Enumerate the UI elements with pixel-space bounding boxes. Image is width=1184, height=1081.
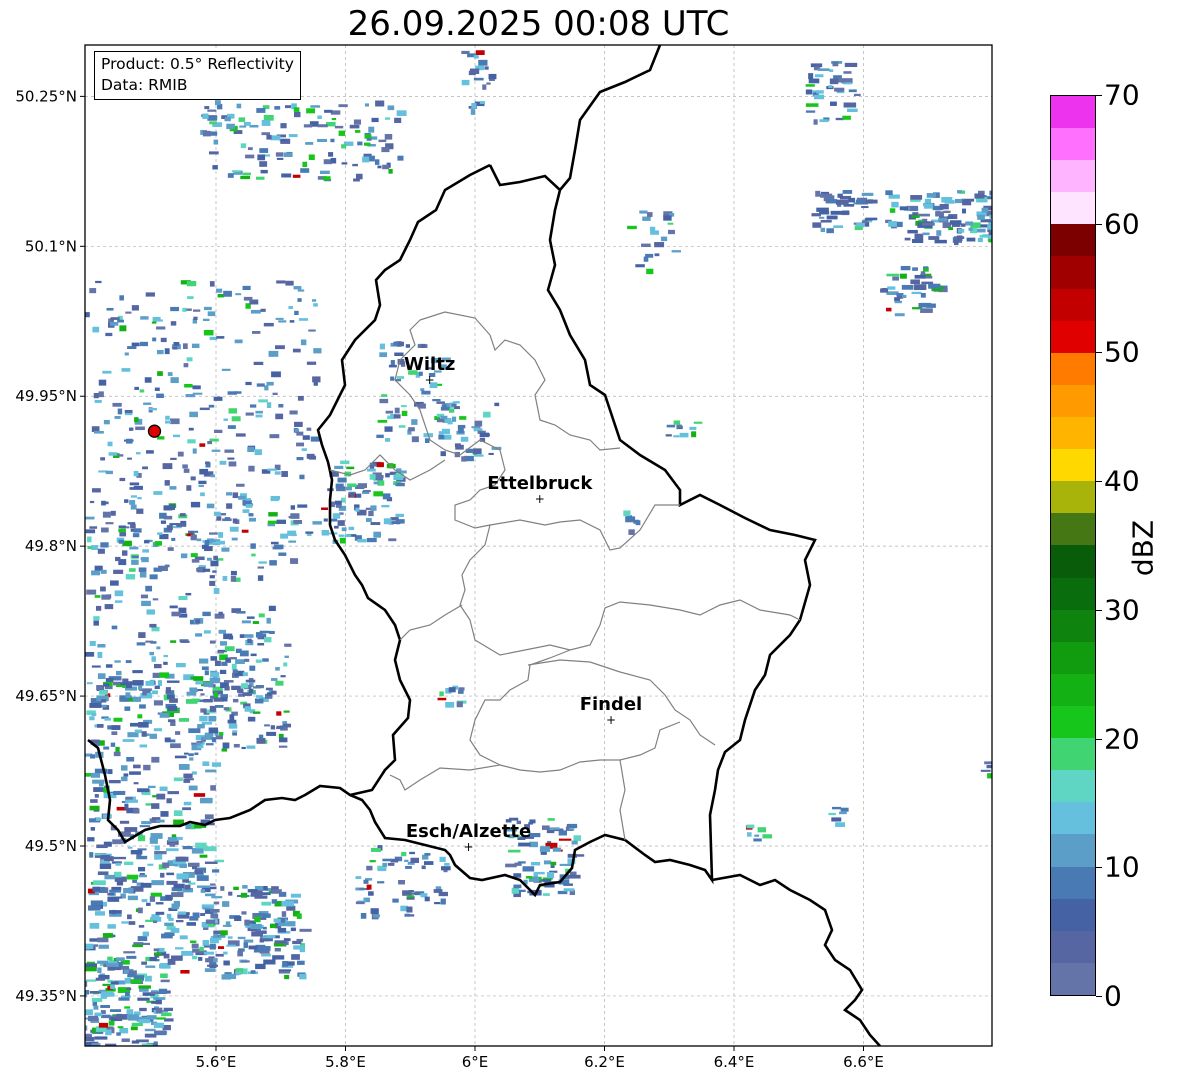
colorbar-tick-label: 20 xyxy=(1104,722,1140,756)
colorbar-segment xyxy=(1051,738,1095,771)
colorbar-segment xyxy=(1051,962,1095,995)
colorbar-segment xyxy=(1051,320,1095,353)
city-markers: +Wiltz+Ettelbruck+Findel+Esch/Alzette xyxy=(404,354,642,854)
lat-tick-label: 50.25°N xyxy=(15,87,77,105)
colorbar-tick-label: 60 xyxy=(1104,207,1140,241)
colorbar-tick-mark xyxy=(1096,223,1102,225)
colorbar-segment xyxy=(1051,256,1095,289)
radar-site-dot xyxy=(147,424,162,438)
colorbar-segment xyxy=(1051,770,1095,803)
colorbar-segment xyxy=(1051,128,1095,161)
colorbar-segment xyxy=(1051,802,1095,835)
city-marker-icon: + xyxy=(425,373,435,387)
lon-tick-label: 6.4°E xyxy=(714,1053,755,1071)
colorbar-tick-label: 10 xyxy=(1104,850,1140,884)
germany-france-border xyxy=(711,873,881,1046)
colorbar-segment xyxy=(1051,417,1095,450)
city-label: Findel xyxy=(580,694,643,715)
colorbar-segment xyxy=(1051,673,1095,707)
radar-site-marker xyxy=(147,424,162,438)
colorbar-tick-label: 70 xyxy=(1104,78,1140,112)
lon-tick-label: 6°E xyxy=(462,1053,489,1071)
map-frame xyxy=(84,44,993,1047)
map-grid xyxy=(85,45,992,1046)
colorbar-label: dBZ xyxy=(1126,519,1160,577)
dbz-colorbar xyxy=(1050,95,1096,996)
colorbar-tick-mark xyxy=(1096,481,1102,483)
colorbar-segment xyxy=(1051,288,1095,321)
colorbar-segment xyxy=(1051,609,1095,642)
colorbar-segment xyxy=(1051,898,1095,931)
colorbar-segment xyxy=(1051,384,1095,418)
data-source-label: Data: RMIB xyxy=(101,76,188,94)
colorbar-tick-mark xyxy=(1096,95,1102,96)
colorbar-segment xyxy=(1051,866,1095,899)
lat-tick-label: 49.8°N xyxy=(25,537,77,555)
lat-tick-label: 50.1°N xyxy=(25,237,77,255)
colorbar-tick-label: 30 xyxy=(1104,593,1140,627)
colorbar-segment xyxy=(1051,481,1095,514)
colorbar-segment xyxy=(1051,513,1095,546)
lon-tick-label: 6.6°E xyxy=(843,1053,884,1071)
colorbar-tick-mark xyxy=(1096,352,1102,354)
colorbar-tick-mark xyxy=(1096,738,1102,740)
colorbar-segment xyxy=(1051,577,1095,610)
product-label: Product: 0.5° Reflectivity xyxy=(101,55,294,73)
colorbar-tick-mark xyxy=(1096,867,1102,869)
lon-tick-label: 6.2°E xyxy=(584,1053,625,1071)
lat-tick-label: 49.5°N xyxy=(25,837,77,855)
colorbar-tick-mark xyxy=(1096,609,1102,611)
colorbar-segment xyxy=(1051,160,1095,193)
colorbar-segment xyxy=(1051,95,1095,129)
radar-map[interactable]: +Wiltz+Ettelbruck+Findel+Esch/Alzette 5.… xyxy=(0,0,1184,1081)
colorbar-segment xyxy=(1051,641,1095,674)
city-marker-icon: + xyxy=(463,840,473,854)
lat-tick-label: 49.65°N xyxy=(15,687,77,705)
colorbar-tick-label: 40 xyxy=(1104,464,1140,498)
colorbar-segment xyxy=(1051,224,1095,257)
city-label: Esch/Alzette xyxy=(406,821,531,842)
colorbar-tick-label: 0 xyxy=(1104,979,1122,1013)
colorbar-segment xyxy=(1051,545,1095,578)
lon-tick-label: 5.6°E xyxy=(196,1053,237,1071)
colorbar-tick-mark xyxy=(1096,996,1102,997)
colorbar-segment xyxy=(1051,834,1095,867)
colorbar-segment xyxy=(1051,449,1095,482)
city-label: Wiltz xyxy=(404,354,455,375)
lon-tick-label: 5.8°E xyxy=(325,1053,366,1071)
lat-tick-label: 49.35°N xyxy=(15,987,77,1005)
colorbar-segment xyxy=(1051,706,1095,739)
product-info-box: Product: 0.5° Reflectivity Data: RMIB xyxy=(94,51,301,100)
colorbar-tick-label: 50 xyxy=(1104,335,1140,369)
radar-echoes xyxy=(85,50,992,1046)
luxembourg-border xyxy=(87,45,817,898)
colorbar-segment xyxy=(1051,930,1095,963)
city-marker-icon: + xyxy=(606,713,616,727)
colorbar-segment xyxy=(1051,192,1095,225)
lat-tick-label: 49.95°N xyxy=(15,387,77,405)
city-marker-icon: + xyxy=(535,492,545,506)
city-label: Ettelbruck xyxy=(487,473,593,494)
canton-boundaries xyxy=(329,311,801,841)
axis-ticks: 5.6°E 5.8°E 6°E 6.2°E 6.4°E 6.6°E 50.25°N 50.1°… xyxy=(15,87,884,1071)
colorbar-segment xyxy=(1051,352,1095,385)
